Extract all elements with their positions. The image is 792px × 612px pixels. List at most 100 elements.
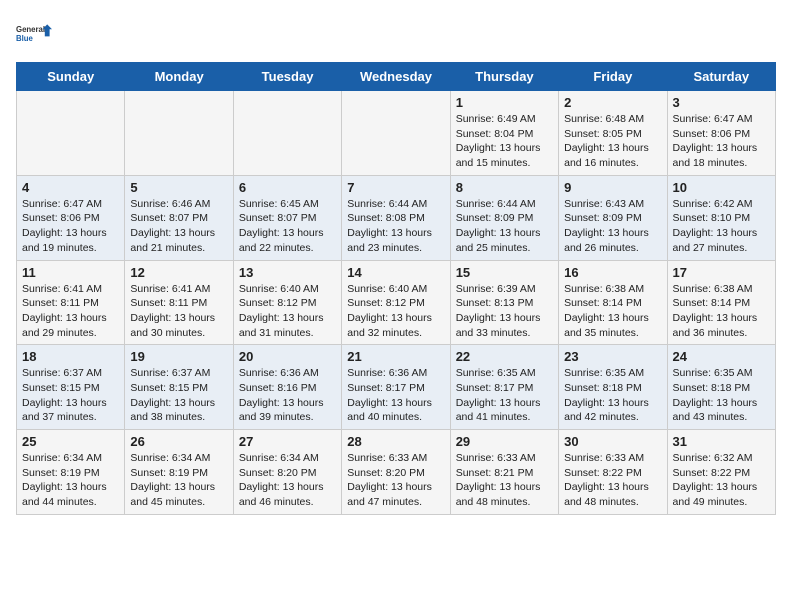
day-content: Sunrise: 6:32 AM Sunset: 8:22 PM Dayligh… [673,451,770,510]
day-content: Sunrise: 6:44 AM Sunset: 8:08 PM Dayligh… [347,197,444,256]
day-cell-3: 3 Sunrise: 6:47 AM Sunset: 8:06 PM Daylig… [667,91,775,176]
day-content: Sunrise: 6:33 AM Sunset: 8:22 PM Dayligh… [564,451,661,510]
day-number: 30 [564,434,661,449]
weekday-header-sunday: Sunday [17,63,125,91]
day-number: 10 [673,180,770,195]
day-number: 24 [673,349,770,364]
weekday-header-monday: Monday [125,63,233,91]
day-content: Sunrise: 6:35 AM Sunset: 8:18 PM Dayligh… [564,366,661,425]
day-content: Sunrise: 6:34 AM Sunset: 8:19 PM Dayligh… [22,451,119,510]
day-number: 13 [239,265,336,280]
day-number: 22 [456,349,553,364]
day-number: 21 [347,349,444,364]
day-number: 23 [564,349,661,364]
day-cell-17: 17Sunrise: 6:38 AM Sunset: 8:14 PM Dayli… [667,260,775,345]
day-content: Sunrise: 6:40 AM Sunset: 8:12 PM Dayligh… [239,282,336,341]
day-cell-13: 13 Sunrise: 6:40 AM Sunset: 8:12 PM Dayli… [233,260,341,345]
day-content: Sunrise: 6:47 AM Sunset: 8:06 PM Dayligh… [673,112,770,171]
day-content: Sunrise: 6:46 AM Sunset: 8:07 PM Dayligh… [130,197,227,256]
day-number: 28 [347,434,444,449]
day-content: Sunrise: 6:40 AM Sunset: 8:12 PM Dayligh… [347,282,444,341]
day-number: 15 [456,265,553,280]
weekday-header-saturday: Saturday [667,63,775,91]
calendar-table: SundayMondayTuesdayWednesdayThursdayFrid… [16,62,776,515]
day-number: 18 [22,349,119,364]
day-cell-2: 2Sunrise: 6:48 AM Sunset: 8:05 PM Daylig… [559,91,667,176]
day-cell-16: 16 Sunrise: 6:38 AM Sunset: 8:14 PM Dayli… [559,260,667,345]
day-cell-20: 20Sunrise: 6:36 AM Sunset: 8:16 PM Dayli… [233,345,341,430]
day-number: 6 [239,180,336,195]
day-cell-1: 1 Sunrise: 6:49 AM Sunset: 8:04 PM Daylig… [450,91,558,176]
day-cell-22: 22 Sunrise: 6:35 AM Sunset: 8:17 PM Dayli… [450,345,558,430]
weekday-header-wednesday: Wednesday [342,63,450,91]
day-cell-23: 23 Sunrise: 6:35 AM Sunset: 8:18 PM Dayli… [559,345,667,430]
logo: General Blue [16,16,52,52]
week-row-1: 1 Sunrise: 6:49 AM Sunset: 8:04 PM Daylig… [17,91,776,176]
svg-text:General: General [16,25,45,34]
day-content: Sunrise: 6:33 AM Sunset: 8:20 PM Dayligh… [347,451,444,510]
empty-cell [233,91,341,176]
day-content: Sunrise: 6:41 AM Sunset: 8:11 PM Dayligh… [130,282,227,341]
day-number: 11 [22,265,119,280]
day-number: 20 [239,349,336,364]
day-content: Sunrise: 6:44 AM Sunset: 8:09 PM Dayligh… [456,197,553,256]
day-content: Sunrise: 6:34 AM Sunset: 8:19 PM Dayligh… [130,451,227,510]
empty-cell [17,91,125,176]
day-cell-9: 9 Sunrise: 6:43 AM Sunset: 8:09 PM Daylig… [559,175,667,260]
day-cell-7: 7Sunrise: 6:44 AM Sunset: 8:08 PM Daylig… [342,175,450,260]
day-number: 16 [564,265,661,280]
day-number: 29 [456,434,553,449]
day-number: 4 [22,180,119,195]
header: General Blue [16,16,776,52]
day-number: 1 [456,95,553,110]
day-cell-26: 26 Sunrise: 6:34 AM Sunset: 8:19 PM Dayli… [125,430,233,515]
day-content: Sunrise: 6:43 AM Sunset: 8:09 PM Dayligh… [564,197,661,256]
svg-text:Blue: Blue [16,34,34,43]
day-cell-5: 5 Sunrise: 6:46 AM Sunset: 8:07 PM Daylig… [125,175,233,260]
day-cell-31: 31 Sunrise: 6:32 AM Sunset: 8:22 PM Dayli… [667,430,775,515]
day-content: Sunrise: 6:37 AM Sunset: 8:15 PM Dayligh… [22,366,119,425]
day-cell-19: 19 Sunrise: 6:37 AM Sunset: 8:15 PM Dayli… [125,345,233,430]
day-content: Sunrise: 6:42 AM Sunset: 8:10 PM Dayligh… [673,197,770,256]
empty-cell [342,91,450,176]
day-cell-27: 27 Sunrise: 6:34 AM Sunset: 8:20 PM Dayli… [233,430,341,515]
day-content: Sunrise: 6:37 AM Sunset: 8:15 PM Dayligh… [130,366,227,425]
day-number: 9 [564,180,661,195]
day-number: 8 [456,180,553,195]
day-content: Sunrise: 6:39 AM Sunset: 8:13 PM Dayligh… [456,282,553,341]
day-cell-30: 30 Sunrise: 6:33 AM Sunset: 8:22 PM Dayli… [559,430,667,515]
day-number: 27 [239,434,336,449]
day-content: Sunrise: 6:36 AM Sunset: 8:17 PM Dayligh… [347,366,444,425]
day-cell-8: 8 Sunrise: 6:44 AM Sunset: 8:09 PM Daylig… [450,175,558,260]
week-row-2: 4 Sunrise: 6:47 AM Sunset: 8:06 PM Daylig… [17,175,776,260]
day-content: Sunrise: 6:38 AM Sunset: 8:14 PM Dayligh… [564,282,661,341]
weekday-header-tuesday: Tuesday [233,63,341,91]
day-content: Sunrise: 6:35 AM Sunset: 8:17 PM Dayligh… [456,366,553,425]
day-number: 26 [130,434,227,449]
weekday-header-friday: Friday [559,63,667,91]
day-content: Sunrise: 6:45 AM Sunset: 8:07 PM Dayligh… [239,197,336,256]
day-cell-14: 14Sunrise: 6:40 AM Sunset: 8:12 PM Dayli… [342,260,450,345]
day-number: 31 [673,434,770,449]
day-number: 5 [130,180,227,195]
day-content: Sunrise: 6:34 AM Sunset: 8:20 PM Dayligh… [239,451,336,510]
day-number: 12 [130,265,227,280]
day-number: 3 [673,95,770,110]
day-cell-4: 4 Sunrise: 6:47 AM Sunset: 8:06 PM Daylig… [17,175,125,260]
day-content: Sunrise: 6:47 AM Sunset: 8:06 PM Dayligh… [22,197,119,256]
day-content: Sunrise: 6:33 AM Sunset: 8:21 PM Dayligh… [456,451,553,510]
weekday-header-thursday: Thursday [450,63,558,91]
week-row-3: 11 Sunrise: 6:41 AM Sunset: 8:11 PM Dayli… [17,260,776,345]
week-row-5: 25 Sunrise: 6:34 AM Sunset: 8:19 PM Dayli… [17,430,776,515]
day-number: 2 [564,95,661,110]
day-number: 19 [130,349,227,364]
day-cell-18: 18 Sunrise: 6:37 AM Sunset: 8:15 PM Dayli… [17,345,125,430]
day-content: Sunrise: 6:38 AM Sunset: 8:14 PM Dayligh… [673,282,770,341]
day-cell-10: 10 Sunrise: 6:42 AM Sunset: 8:10 PM Dayli… [667,175,775,260]
day-cell-11: 11Sunrise: 6:41 AM Sunset: 8:11 PM Dayli… [17,260,125,345]
day-number: 25 [22,434,119,449]
week-row-4: 18 Sunrise: 6:37 AM Sunset: 8:15 PM Dayli… [17,345,776,430]
day-cell-24: 24Sunrise: 6:35 AM Sunset: 8:18 PM Dayli… [667,345,775,430]
day-content: Sunrise: 6:49 AM Sunset: 8:04 PM Dayligh… [456,112,553,171]
empty-cell [125,91,233,176]
